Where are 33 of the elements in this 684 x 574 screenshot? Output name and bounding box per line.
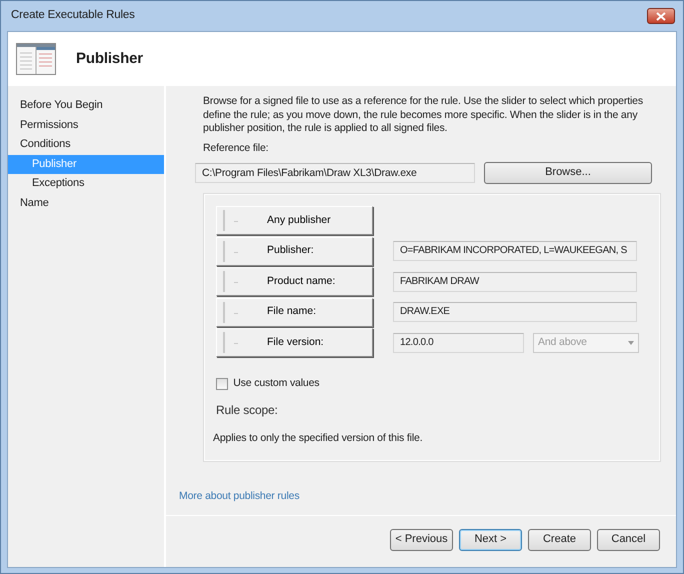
page-title: Publisher (76, 48, 143, 69)
checkbox-label: Use custom values (233, 376, 320, 391)
field-label: Reference file: (203, 140, 270, 156)
checkbox[interactable] (216, 378, 228, 390)
scope-text: Applies to only the specified version of this file. (213, 430, 424, 446)
rules-window-icon (16, 43, 56, 75)
wizard-button[interactable]: Cancel (597, 528, 660, 550)
sidebar-item[interactable]: Before You Begin (8, 96, 164, 116)
reference-file-field[interactable]: C:\Program Files\Fabrikam\Draw XL3\Draw.exe (195, 162, 475, 182)
slider-position-button[interactable]: Publisher: (216, 236, 373, 266)
wizard-button[interactable]: Next > (459, 528, 522, 550)
wizard-button[interactable]: < Previous (390, 528, 453, 550)
slider-position-button[interactable]: Product name: (216, 267, 373, 296)
sidebar-item[interactable]: Conditions (8, 135, 164, 154)
sidebar-item[interactable]: Exceptions (8, 174, 164, 194)
sidebar-item[interactable]: Permissions (8, 116, 164, 135)
close-icon (656, 12, 666, 20)
property-field: FABRIKAM DRAW (393, 272, 637, 292)
property-field: O=FABRIKAM INCORPORATED, L=WAUKEEGAN, S (393, 241, 637, 262)
help-link[interactable]: More about publisher rules (179, 488, 300, 504)
caret-icon (628, 340, 634, 345)
property-field: DRAW.EXE (393, 302, 637, 322)
property-field: 12.0.0.0 (393, 332, 524, 353)
slider-position-button[interactable]: File name: (216, 298, 373, 327)
sidebar-item[interactable]: Name (8, 194, 164, 213)
section-label: Rule scope: (216, 402, 279, 419)
description-text: Browse for a signed file to use as a reference for the rule. Use the slider to select which properties define the rule; as you move down, the rule becomes more specific. When the slider is in the any publisher position, the rule is applied to all signed files. (203, 95, 644, 136)
window-title: Create Executable Rules (11, 8, 135, 24)
slider-position-button[interactable]: File version: (216, 328, 373, 358)
close-button[interactable] (647, 8, 675, 24)
browse-button[interactable]: Browse... (484, 162, 652, 184)
wizard-button[interactable]: Create (528, 528, 591, 550)
slider-position-button[interactable]: Any publisher (216, 206, 373, 236)
